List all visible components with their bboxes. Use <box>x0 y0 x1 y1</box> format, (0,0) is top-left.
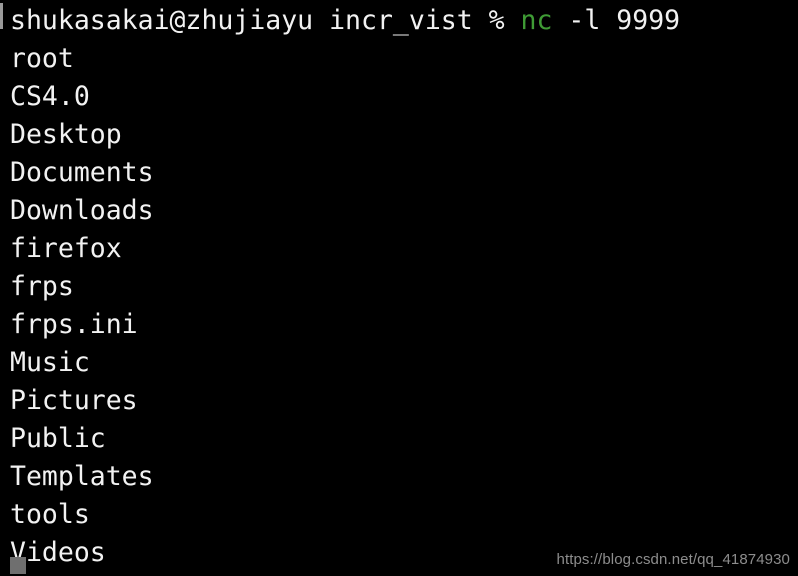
command-name: nc <box>520 5 553 36</box>
watermark-url: https://blog.csdn.net/qq_41874930 <box>556 551 790 568</box>
terminal-output-line: tools <box>10 499 90 530</box>
terminal-screen[interactable]: shukasakai@zhujiayu incr_vist % nc -l 99… <box>0 0 798 572</box>
prompt-user-host-dir: shukasakai@zhujiayu incr_vist % <box>10 5 521 36</box>
terminal-prompt-line: shukasakai@zhujiayu incr_vist % nc -l 99… <box>10 2 798 40</box>
terminal-cursor <box>10 557 26 574</box>
command-args: -l 9999 <box>552 5 681 36</box>
terminal-output-line: root <box>10 43 74 74</box>
terminal-output-line: Documents <box>10 157 154 188</box>
terminal-output-line: CS4.0 <box>10 81 90 112</box>
terminal-output-line: Public <box>10 423 106 454</box>
terminal-output-line: Desktop <box>10 119 122 150</box>
terminal-output-line: Pictures <box>10 385 138 416</box>
terminal-output-line: frps.ini <box>10 309 138 340</box>
terminal-window[interactable]: shukasakai@zhujiayu incr_vist % nc -l 99… <box>0 0 798 576</box>
terminal-output-line: firefox <box>10 233 122 264</box>
terminal-output-line: Downloads <box>10 195 154 226</box>
terminal-output-line: Music <box>10 347 90 378</box>
terminal-output-line: Templates <box>10 461 154 492</box>
terminal-output-line: frps <box>10 271 74 302</box>
